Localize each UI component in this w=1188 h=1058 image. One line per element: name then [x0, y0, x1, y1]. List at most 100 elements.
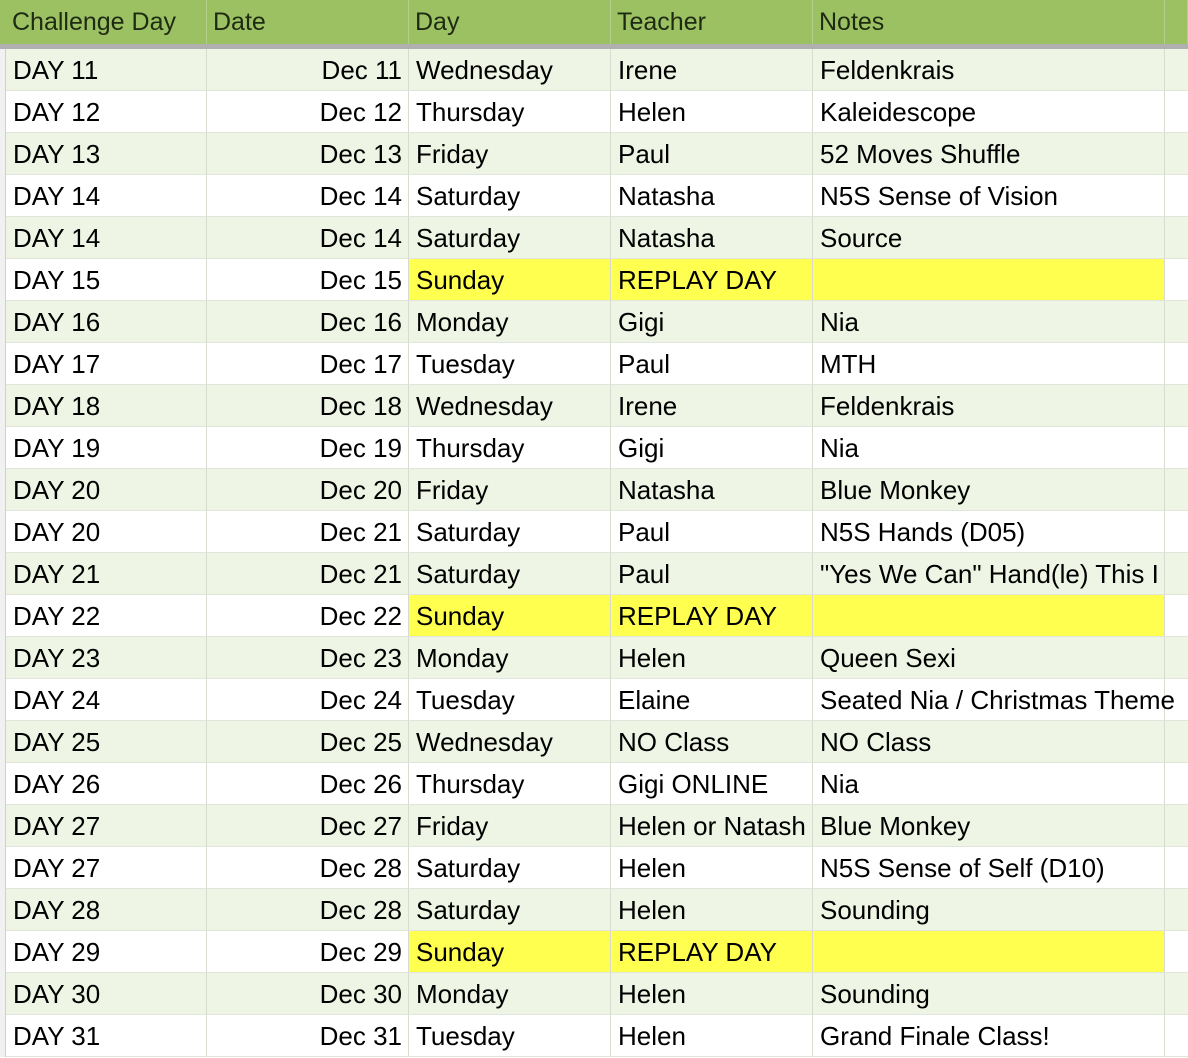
empty-cell[interactable] [1165, 469, 1188, 511]
notes-cell[interactable] [813, 259, 1165, 301]
day-cell[interactable]: Saturday [409, 511, 611, 553]
notes-cell[interactable]: N5S Sense of Vision [813, 175, 1165, 217]
teacher-cell[interactable]: Natasha [611, 175, 813, 217]
column-header-challenge-day[interactable]: Challenge Day [6, 0, 207, 44]
teacher-cell[interactable]: NO Class [611, 721, 813, 763]
day-cell[interactable]: Wednesday [409, 385, 611, 427]
notes-cell[interactable]: MTH [813, 343, 1165, 385]
date-cell[interactable]: Dec 11 [207, 49, 409, 91]
notes-cell[interactable]: Kaleidescope [813, 91, 1165, 133]
column-header-date[interactable]: Date [207, 0, 409, 44]
date-cell[interactable]: Dec 24 [207, 679, 409, 721]
notes-cell[interactable]: N5S Hands (D05) [813, 511, 1165, 553]
notes-cell[interactable]: NO Class [813, 721, 1165, 763]
challenge-day-cell[interactable]: DAY 26 [6, 763, 207, 805]
empty-cell[interactable] [1165, 931, 1188, 973]
notes-cell[interactable] [813, 595, 1165, 637]
day-cell[interactable]: Tuesday [409, 679, 611, 721]
date-cell[interactable]: Dec 14 [207, 175, 409, 217]
empty-cell[interactable] [1165, 1015, 1188, 1057]
teacher-cell[interactable]: Helen [611, 1015, 813, 1057]
challenge-day-cell[interactable]: DAY 28 [6, 889, 207, 931]
notes-cell[interactable]: Feldenkrais [813, 385, 1165, 427]
teacher-cell[interactable]: Helen [611, 91, 813, 133]
column-header-day[interactable]: Day [409, 0, 611, 44]
notes-cell[interactable]: Nia [813, 427, 1165, 469]
challenge-day-cell[interactable]: DAY 12 [6, 91, 207, 133]
date-cell[interactable]: Dec 16 [207, 301, 409, 343]
day-cell[interactable]: Saturday [409, 847, 611, 889]
notes-cell[interactable]: Queen Sexi [813, 637, 1165, 679]
teacher-cell[interactable]: REPLAY DAY [611, 931, 813, 973]
day-cell[interactable]: Friday [409, 133, 611, 175]
teacher-cell[interactable]: Elaine [611, 679, 813, 721]
empty-cell[interactable] [1165, 427, 1188, 469]
teacher-cell[interactable]: Helen [611, 847, 813, 889]
teacher-cell[interactable]: REPLAY DAY [611, 259, 813, 301]
notes-cell[interactable]: Sounding [813, 889, 1165, 931]
challenge-day-cell[interactable]: DAY 14 [6, 175, 207, 217]
date-cell[interactable]: Dec 21 [207, 553, 409, 595]
day-cell[interactable]: Saturday [409, 217, 611, 259]
challenge-day-cell[interactable]: DAY 20 [6, 469, 207, 511]
day-cell[interactable]: Thursday [409, 427, 611, 469]
teacher-cell[interactable]: Irene [611, 385, 813, 427]
empty-cell[interactable] [1165, 805, 1188, 847]
challenge-day-cell[interactable]: DAY 27 [6, 847, 207, 889]
column-header-empty[interactable] [1165, 0, 1188, 44]
date-cell[interactable]: Dec 22 [207, 595, 409, 637]
empty-cell[interactable] [1165, 721, 1188, 763]
empty-cell[interactable] [1165, 217, 1188, 259]
challenge-day-cell[interactable]: DAY 11 [6, 49, 207, 91]
day-cell[interactable]: Monday [409, 637, 611, 679]
notes-cell[interactable]: Seated Nia / Christmas Theme [813, 679, 1175, 721]
notes-cell[interactable]: Sounding [813, 973, 1165, 1015]
notes-cell[interactable]: Source [813, 217, 1165, 259]
empty-cell[interactable] [1165, 973, 1188, 1015]
empty-cell[interactable] [1165, 595, 1188, 637]
empty-cell[interactable] [1165, 511, 1188, 553]
column-header-notes[interactable]: Notes [813, 0, 1165, 44]
date-cell[interactable]: Dec 28 [207, 889, 409, 931]
day-cell[interactable]: Sunday [409, 595, 611, 637]
empty-cell[interactable] [1165, 49, 1188, 91]
challenge-day-cell[interactable]: DAY 16 [6, 301, 207, 343]
date-cell[interactable]: Dec 27 [207, 805, 409, 847]
challenge-day-cell[interactable]: DAY 13 [6, 133, 207, 175]
challenge-day-cell[interactable]: DAY 17 [6, 343, 207, 385]
notes-cell[interactable]: "Yes We Can" Hand(le) This I [813, 553, 1165, 595]
date-cell[interactable]: Dec 20 [207, 469, 409, 511]
date-cell[interactable]: Dec 19 [207, 427, 409, 469]
empty-cell[interactable] [1165, 301, 1188, 343]
notes-cell[interactable]: Blue Monkey [813, 469, 1165, 511]
challenge-day-cell[interactable]: DAY 18 [6, 385, 207, 427]
date-cell[interactable]: Dec 18 [207, 385, 409, 427]
day-cell[interactable]: Sunday [409, 259, 611, 301]
day-cell[interactable]: Saturday [409, 553, 611, 595]
notes-cell[interactable]: Grand Finale Class! [813, 1015, 1165, 1057]
date-cell[interactable]: Dec 31 [207, 1015, 409, 1057]
teacher-cell[interactable]: Paul [611, 511, 813, 553]
challenge-day-cell[interactable]: DAY 14 [6, 217, 207, 259]
day-cell[interactable]: Thursday [409, 763, 611, 805]
notes-cell[interactable]: Feldenkrais [813, 49, 1165, 91]
empty-cell[interactable] [1165, 553, 1188, 595]
day-cell[interactable]: Sunday [409, 931, 611, 973]
column-header-teacher[interactable]: Teacher [611, 0, 813, 44]
day-cell[interactable]: Tuesday [409, 343, 611, 385]
teacher-cell[interactable]: Helen [611, 889, 813, 931]
empty-cell[interactable] [1165, 847, 1188, 889]
date-cell[interactable]: Dec 25 [207, 721, 409, 763]
date-cell[interactable]: Dec 13 [207, 133, 409, 175]
challenge-day-cell[interactable]: DAY 15 [6, 259, 207, 301]
notes-cell[interactable]: 52 Moves Shuffle [813, 133, 1165, 175]
date-cell[interactable]: Dec 17 [207, 343, 409, 385]
teacher-cell[interactable]: Irene [611, 49, 813, 91]
teacher-cell[interactable]: Paul [611, 133, 813, 175]
notes-cell[interactable]: Blue Monkey [813, 805, 1165, 847]
teacher-cell[interactable]: Paul [611, 343, 813, 385]
date-cell[interactable]: Dec 30 [207, 973, 409, 1015]
empty-cell[interactable] [1165, 889, 1188, 931]
teacher-cell[interactable]: Natasha [611, 217, 813, 259]
day-cell[interactable]: Thursday [409, 91, 611, 133]
